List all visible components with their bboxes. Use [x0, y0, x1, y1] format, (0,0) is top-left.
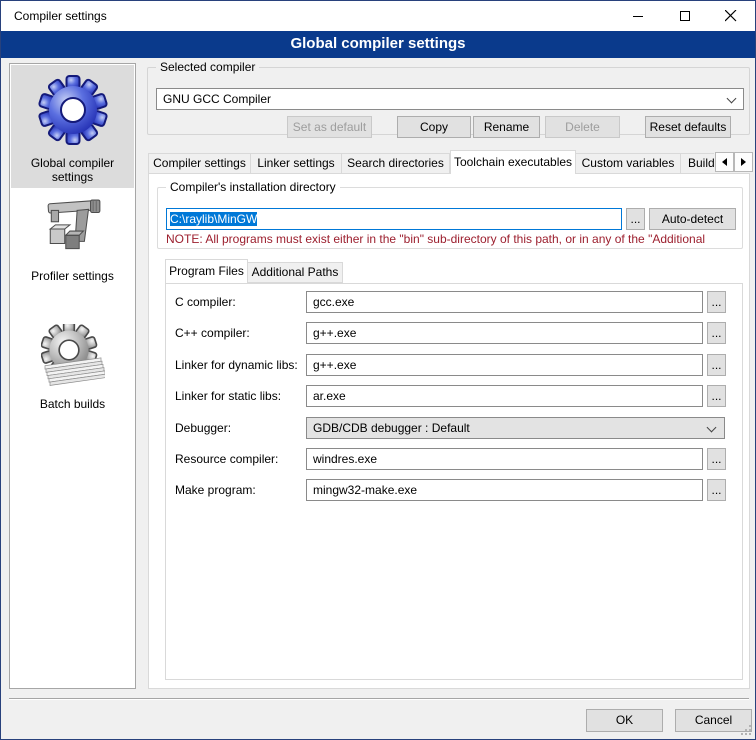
sidebar-item-global-compiler-settings[interactable]: Global compiler settings	[11, 65, 134, 188]
sidebar-item-label: Batch builds	[11, 397, 134, 411]
installation-directory-input[interactable]: C:\raylib\MinGW	[166, 208, 622, 230]
toolchain-executables-page: Compiler's installation directory C:\ray…	[148, 173, 750, 689]
cpp-compiler-label: C++ compiler:	[175, 322, 250, 344]
settings-category-list: Global compiler settings Profiler settin…	[9, 63, 136, 689]
debugger-label: Debugger:	[175, 417, 231, 439]
chevron-down-icon	[727, 94, 737, 104]
compiler-settings-dialog: Compiler settings Global compiler settin…	[0, 0, 756, 740]
dynamic-linker-browse-button[interactable]: ...	[707, 354, 726, 376]
browse-installation-directory-button[interactable]: ...	[626, 208, 645, 230]
ok-button[interactable]: OK	[586, 709, 663, 732]
set-as-default-button[interactable]: Set as default	[287, 116, 372, 138]
tab-search-directories[interactable]: Search directories	[342, 153, 450, 174]
close-button[interactable]	[708, 1, 754, 31]
static-linker-value: ar.exe	[313, 389, 346, 403]
blue-gear-icon	[36, 73, 110, 147]
static-linker-input[interactable]: ar.exe	[306, 385, 703, 407]
cpp-compiler-input[interactable]: g++.exe	[306, 322, 703, 344]
settings-tab-bar: Compiler settings Linker settings Search…	[148, 150, 714, 174]
resource-compiler-label: Resource compiler:	[175, 448, 278, 470]
installation-directory-group: Compiler's installation directory C:\ray…	[157, 187, 743, 249]
installation-directory-group-label: Compiler's installation directory	[166, 180, 340, 194]
rename-button[interactable]: Rename	[473, 116, 540, 138]
compiler-select[interactable]: GNU GCC Compiler	[156, 88, 744, 110]
c-compiler-label: C compiler:	[175, 291, 236, 313]
make-program-value: mingw32-make.exe	[313, 483, 417, 497]
program-files-tab-bar: Program Files Additional Paths	[165, 259, 343, 283]
footer-separator	[9, 698, 749, 700]
tab-scroll-left-button[interactable]	[715, 152, 734, 172]
tab-build-options[interactable]: Build	[681, 153, 714, 174]
tab-additional-paths[interactable]: Additional Paths	[248, 262, 343, 283]
tab-scroll-right-button[interactable]	[734, 152, 753, 172]
compiler-select-value: GNU GCC Compiler	[163, 92, 271, 106]
auto-detect-button[interactable]: Auto-detect	[649, 208, 736, 230]
resize-grip[interactable]	[741, 725, 752, 736]
dynamic-linker-input[interactable]: g++.exe	[306, 354, 703, 376]
resource-compiler-browse-button[interactable]: ...	[707, 448, 726, 470]
sidebar-item-label: Global compiler settings	[11, 156, 134, 184]
grey-gear-papers-icon	[41, 324, 105, 388]
static-linker-label: Linker for static libs:	[175, 385, 281, 407]
make-program-label: Make program:	[175, 479, 256, 501]
title-bar: Compiler settings	[1, 1, 755, 31]
make-program-input[interactable]: mingw32-make.exe	[306, 479, 703, 501]
program-files-page: C compiler: gcc.exe ... C++ compiler: g+…	[165, 283, 743, 680]
resource-compiler-input[interactable]: windres.exe	[306, 448, 703, 470]
debugger-select-value: GDB/CDB debugger : Default	[313, 421, 470, 435]
static-linker-browse-button[interactable]: ...	[707, 385, 726, 407]
tab-linker-settings[interactable]: Linker settings	[251, 153, 342, 174]
tab-toolchain-executables[interactable]: Toolchain executables	[450, 150, 576, 174]
sidebar-item-profiler-settings[interactable]: Profiler settings	[11, 192, 134, 300]
c-compiler-value: gcc.exe	[313, 295, 354, 309]
tab-scroll-left-icon	[722, 158, 727, 166]
sidebar-item-label: Profiler settings	[11, 269, 134, 283]
reset-defaults-button[interactable]: Reset defaults	[645, 116, 731, 138]
tab-custom-variables[interactable]: Custom variables	[576, 153, 681, 174]
make-program-browse-button[interactable]: ...	[707, 479, 726, 501]
page-header: Global compiler settings	[1, 31, 755, 58]
close-icon	[725, 10, 737, 22]
minimize-icon	[633, 11, 644, 22]
tab-scroll-right-icon	[741, 158, 746, 166]
c-compiler-browse-button[interactable]: ...	[707, 291, 726, 313]
dynamic-linker-value: g++.exe	[313, 358, 356, 372]
selected-compiler-group: Selected compiler GNU GCC Compiler Set a…	[147, 67, 750, 135]
sidebar-item-batch-builds[interactable]: Batch builds	[11, 316, 134, 424]
caliper-icon	[42, 198, 104, 260]
tab-program-files[interactable]: Program Files	[165, 259, 248, 283]
maximize-icon	[680, 11, 691, 22]
c-compiler-input[interactable]: gcc.exe	[306, 291, 703, 313]
window-title: Compiler settings	[14, 1, 107, 31]
selected-compiler-group-label: Selected compiler	[156, 60, 259, 74]
maximize-button[interactable]	[662, 1, 708, 31]
page-title: Global compiler settings	[1, 31, 755, 57]
resource-compiler-value: windres.exe	[313, 452, 377, 466]
installation-note-text: NOTE: All programs must exist either in …	[166, 232, 744, 246]
cpp-compiler-browse-button[interactable]: ...	[707, 322, 726, 344]
copy-button[interactable]: Copy	[397, 116, 471, 138]
dynamic-linker-label: Linker for dynamic libs:	[175, 354, 298, 376]
tab-compiler-settings[interactable]: Compiler settings	[148, 153, 251, 174]
minimize-button[interactable]	[615, 1, 661, 31]
cpp-compiler-value: g++.exe	[313, 326, 356, 340]
debugger-select[interactable]: GDB/CDB debugger : Default	[306, 417, 725, 439]
delete-button[interactable]: Delete	[545, 116, 620, 138]
chevron-down-icon	[707, 423, 717, 433]
installation-directory-selected-text: C:\raylib\MinGW	[170, 212, 257, 226]
